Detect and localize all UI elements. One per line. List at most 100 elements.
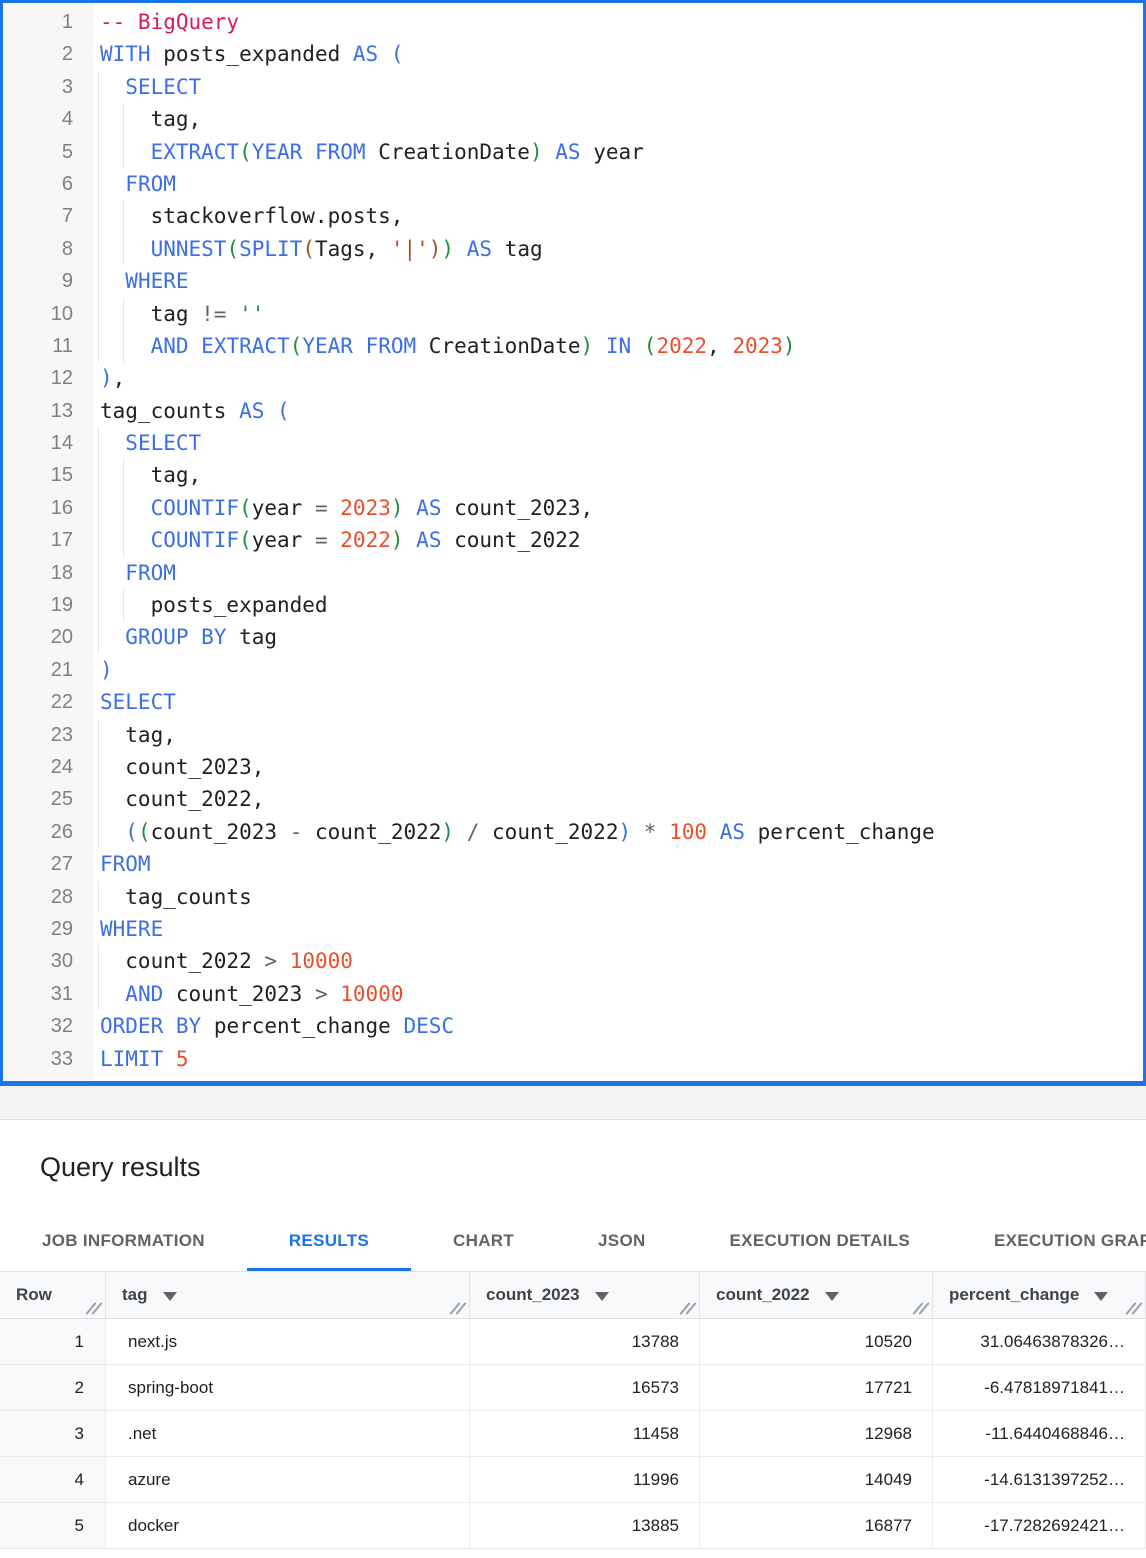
code-line[interactable]: 7 stackoverflow.posts,	[3, 200, 1143, 232]
cell-tag: docker	[106, 1503, 470, 1548]
code-line[interactable]: 26 ((count_2023 - count_2022) / count_20…	[3, 816, 1143, 848]
column-header-tag[interactable]: tag	[106, 1272, 470, 1318]
sort-dropdown-icon[interactable]	[163, 1292, 177, 1301]
code-line[interactable]: 16 COUNTIF(year = 2023) AS count_2023,	[3, 492, 1143, 524]
tab-execution-details[interactable]: EXECUTION DETAILS	[688, 1210, 952, 1271]
column-resize-handle-icon[interactable]	[680, 1302, 695, 1315]
line-number: 24	[3, 751, 93, 783]
column-resize-handle-icon[interactable]	[86, 1302, 101, 1315]
code-token: COUNTIF	[151, 528, 240, 552]
column-header-percent_change[interactable]: percent_change	[933, 1272, 1146, 1318]
code-line[interactable]: 2WITH posts_expanded AS (	[3, 38, 1143, 70]
code-line[interactable]: 9 WHERE	[3, 265, 1143, 297]
code-line[interactable]: 6 FROM	[3, 168, 1143, 200]
code-line[interactable]: 14 SELECT	[3, 427, 1143, 459]
code-line[interactable]: 27FROM	[3, 848, 1143, 880]
column-header-label: count_2022	[716, 1285, 810, 1305]
code-line[interactable]: 21)	[3, 654, 1143, 686]
indent-guide	[123, 459, 124, 491]
cell-tag: .net	[106, 1411, 470, 1456]
code-token: AS	[353, 42, 378, 66]
code-token: count_2023	[163, 982, 315, 1006]
sort-dropdown-icon[interactable]	[595, 1292, 609, 1301]
code-token: CreationDate	[416, 334, 580, 358]
code-line[interactable]: 22SELECT	[3, 686, 1143, 718]
code-line[interactable]: 4 tag,	[3, 103, 1143, 135]
code-text: UNNEST(SPLIT(Tags, '|')) AS tag	[93, 233, 543, 265]
indent-guide	[98, 978, 99, 1010]
code-token: AS	[416, 496, 441, 520]
code-line[interactable]: 1-- BigQuery	[3, 6, 1143, 38]
tab-results[interactable]: RESULTS	[247, 1210, 411, 1271]
indent-guide	[98, 492, 99, 524]
code-line[interactable]: 12),	[3, 362, 1143, 394]
code-token: AND	[125, 982, 163, 1006]
code-line[interactable]: 18 FROM	[3, 557, 1143, 589]
code-token: AS	[720, 820, 745, 844]
code-line[interactable]: 5 EXTRACT(YEAR FROM CreationDate) AS yea…	[3, 136, 1143, 168]
code-line[interactable]: 13tag_counts AS (	[3, 395, 1143, 427]
code-line[interactable]: 10 tag != ''	[3, 298, 1143, 330]
indent-guide	[98, 136, 99, 168]
code-token: UNNEST	[151, 237, 227, 261]
cell-count_2023: 11996	[470, 1457, 700, 1502]
tab-chart[interactable]: CHART	[411, 1210, 556, 1271]
cell-percent_change: -14.6131397252…	[933, 1457, 1146, 1502]
table-row: 1next.js137881052031.06463878326…	[0, 1319, 1146, 1365]
code-token: FROM	[366, 334, 417, 358]
code-text: tag_counts AS (	[93, 395, 290, 427]
code-token: >	[315, 982, 328, 1006]
code-line[interactable]: 28 tag_counts	[3, 881, 1143, 913]
column-resize-handle-icon[interactable]	[913, 1302, 928, 1315]
column-resize-handle-icon[interactable]	[1126, 1302, 1141, 1315]
code-text: FROM	[93, 557, 176, 589]
code-token: WHERE	[125, 269, 188, 293]
code-text: WHERE	[93, 913, 163, 945]
tab-json[interactable]: JSON	[556, 1210, 688, 1271]
column-header-count_2022[interactable]: count_2022	[700, 1272, 933, 1318]
column-header-count_2023[interactable]: count_2023	[470, 1272, 700, 1318]
code-line[interactable]: 20 GROUP BY tag	[3, 621, 1143, 653]
code-token: tag,	[100, 723, 176, 747]
code-line[interactable]: 23 tag,	[3, 719, 1143, 751]
tab-job-information[interactable]: JOB INFORMATION	[0, 1210, 247, 1271]
code-line[interactable]: 15 tag,	[3, 459, 1143, 491]
cell-row: 2	[0, 1365, 106, 1410]
sort-dropdown-icon[interactable]	[825, 1292, 839, 1301]
code-token	[163, 1047, 176, 1071]
code-text: tag != ''	[93, 298, 264, 330]
code-line[interactable]: 31 AND count_2023 > 10000	[3, 978, 1143, 1010]
results-tab-bar: JOB INFORMATIONRESULTSCHARTJSONEXECUTION…	[0, 1210, 1146, 1272]
indent-guide	[98, 719, 99, 751]
code-token: COUNTIF	[151, 496, 240, 520]
code-token	[631, 820, 644, 844]
tab-execution-graph[interactable]: EXECUTION GRAPH	[952, 1210, 1146, 1271]
code-line[interactable]: 3 SELECT	[3, 71, 1143, 103]
sql-editor[interactable]: 1-- BigQuery2WITH posts_expanded AS (3 S…	[0, 0, 1146, 1086]
code-token	[100, 496, 151, 520]
code-line[interactable]: 17 COUNTIF(year = 2022) AS count_2022	[3, 524, 1143, 556]
code-line[interactable]: 24 count_2023,	[3, 751, 1143, 783]
code-text: ),	[93, 362, 125, 394]
code-text: SELECT	[93, 71, 201, 103]
code-line[interactable]: 8 UNNEST(SPLIT(Tags, '|')) AS tag	[3, 233, 1143, 265]
code-token: 5	[176, 1047, 189, 1071]
code-token	[100, 820, 125, 844]
column-resize-handle-icon[interactable]	[450, 1302, 465, 1315]
code-token: ORDER	[100, 1014, 163, 1038]
indent-guide	[98, 330, 99, 362]
sort-dropdown-icon[interactable]	[1094, 1292, 1108, 1301]
column-header-row[interactable]: Row	[0, 1272, 106, 1318]
code-token: (	[239, 528, 252, 552]
code-text: )	[93, 654, 113, 686]
code-line[interactable]: 29WHERE	[3, 913, 1143, 945]
code-line[interactable]: 30 count_2022 > 10000	[3, 945, 1143, 977]
code-line[interactable]: 11 AND EXTRACT(YEAR FROM CreationDate) I…	[3, 330, 1143, 362]
code-line[interactable]: 33LIMIT 5	[3, 1043, 1143, 1075]
code-text: GROUP BY tag	[93, 621, 277, 653]
code-line[interactable]: 32ORDER BY percent_change DESC	[3, 1010, 1143, 1042]
code-line[interactable]: 19 posts_expanded	[3, 589, 1143, 621]
code-token: )	[783, 334, 796, 358]
code-line[interactable]: 25 count_2022,	[3, 783, 1143, 815]
line-number: 26	[3, 816, 93, 848]
